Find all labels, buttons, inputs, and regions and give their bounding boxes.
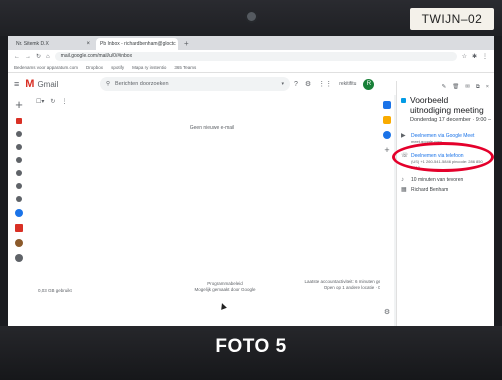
gmail-logo[interactable]: M Gmail [25, 78, 58, 90]
gmail-m-icon: M [25, 78, 35, 90]
bookmarks-bar: Bedenams voor apparatum.com Dropbox spot… [8, 63, 494, 73]
contact-avatar-icon[interactable] [15, 209, 23, 217]
contact-avatar-icon[interactable] [15, 224, 23, 232]
reminder-row: ♪ 10 minuten van tevoren [397, 177, 494, 183]
meet-icon[interactable] [16, 196, 22, 202]
bookmark-item[interactable]: Bedenams voor apparatum.com [14, 65, 78, 70]
laptop-bezel-right [494, 36, 502, 336]
browser-toolbar: ← → ↻ ⌂ mail.google.com/mail/u/0/#inbox … [8, 50, 494, 63]
address-bar[interactable]: mail.google.com/mail/u/0/#inbox [54, 52, 457, 61]
forward-icon[interactable]: → [25, 54, 31, 60]
storage-usage: 0,03 GB gebruikt [38, 288, 72, 293]
event-header: Voorbeeld uitnodiging meeting [397, 93, 494, 115]
help-icon[interactable]: ? [294, 81, 298, 88]
search-placeholder: Berichten doorzoeken [115, 81, 169, 87]
drafts-icon[interactable] [16, 170, 22, 176]
close-icon[interactable]: × [486, 84, 489, 90]
bell-icon: ♪ [401, 177, 404, 183]
avatar[interactable]: R [363, 78, 375, 90]
highlight-annotation [392, 142, 494, 172]
gear-icon[interactable]: ⚙ [305, 80, 311, 88]
email-icon[interactable]: ✉ [465, 84, 470, 90]
bookmark-item[interactable]: Dropbox [86, 65, 103, 70]
tab-label: Nr. Sitemk D.X [16, 41, 49, 47]
extension-icon[interactable]: ✱ [472, 53, 477, 60]
search-icon[interactable]: ⚲ [106, 81, 110, 87]
bookmark-item[interactable]: spotify [111, 65, 124, 70]
more-options-icon[interactable]: ⋮ [61, 98, 67, 105]
powered-by-text: Mogelijk gemaakt door Google [194, 287, 256, 292]
organizer-name: Richard Benham [411, 187, 449, 193]
inbox-toolbar: ☐▾ ↻ ⋮ Nl [30, 95, 394, 107]
close-icon[interactable]: × [86, 41, 90, 47]
new-tab-button[interactable]: + [180, 38, 193, 50]
reminder-text: 10 minuten van tevoren [411, 177, 464, 183]
star-icon[interactable]: ☆ [462, 53, 467, 60]
gmail-logo-text: Gmail [37, 79, 59, 89]
delete-icon[interactable]: 🗑 [452, 84, 459, 90]
calendar-icon: ▦ [401, 187, 407, 193]
event-title: Voorbeeld uitnodiging meeting [410, 95, 484, 115]
empty-inbox-message: Geen nieuwe e-mail [189, 125, 235, 131]
more-icon[interactable] [16, 183, 22, 189]
organizer-row: ▦ Richard Benham [397, 187, 494, 193]
event-date: Donderdag 17 december · 9:00 – [410, 117, 492, 123]
main-menu-icon[interactable]: ≡ [14, 79, 19, 89]
photo-caption: FOTO 5 [215, 336, 287, 357]
bookmark-item[interactable]: 365 Teams [174, 65, 196, 70]
edit-icon[interactable]: ✎ [442, 84, 447, 90]
workspace-label: rekitifitu [339, 81, 357, 87]
browser-tab[interactable]: Nr. Sitemk D.X × [12, 38, 94, 50]
header-actions: ? ⚙ ⋮⋮ rekitifitu R [294, 78, 375, 90]
tab-label: Pb Inbox - richardbenham@gloctc [100, 41, 176, 47]
contact-avatar-icon[interactable] [15, 239, 23, 247]
webcam [247, 12, 256, 21]
mouse-cursor-icon [219, 302, 227, 310]
activity-details-link[interactable]: Open op 1 andere locatie · Details [276, 285, 392, 291]
video-camera-icon: ▶ [401, 133, 406, 139]
search-input[interactable]: ⚲ Berichten doorzoeken ▾ [100, 77, 290, 91]
bookmark-item[interactable]: Mapa ry instentio [132, 65, 166, 70]
inbox-panel: ☐▾ ↻ ⋮ Nl Geen nieuwe e-mail 0,03 GB geb… [30, 95, 394, 326]
reload-icon[interactable]: ↻ [36, 53, 41, 60]
laptop-screen: Nr. Sitemk D.X × Pb Inbox - richardbenha… [8, 36, 494, 326]
add-addon-icon[interactable]: + [384, 146, 389, 155]
calendar-event-panel: ✎ 🗑 ✉ ⧉ × Voorbeeld uitnodiging meeting … [396, 81, 494, 326]
policy-footer: Programmabeleid Mogelijk gemaakt door Go… [180, 281, 270, 293]
compose-button[interactable]: + [15, 98, 23, 111]
sent-icon[interactable] [16, 157, 22, 163]
apps-grid-icon[interactable]: ⋮⋮ [318, 80, 332, 88]
home-icon[interactable]: ⌂ [46, 54, 50, 60]
left-navigation: + [8, 95, 30, 326]
event-color-icon [401, 98, 406, 103]
back-icon[interactable]: ← [14, 54, 20, 60]
menu-icon[interactable]: ⋮ [482, 53, 488, 60]
event-actions: ✎ 🗑 ✉ ⧉ × [397, 81, 494, 93]
browser-tabbar: Nr. Sitemk D.X × Pb Inbox - richardbenha… [8, 36, 494, 50]
asset-sticker: TWIJN–02 [410, 8, 494, 30]
laptop-bezel-left [0, 36, 8, 336]
account-activity: Laatste accountactiviteit: 6 minuten gel… [276, 279, 392, 291]
open-external-icon[interactable]: ⧉ [476, 84, 480, 91]
inbox-icon[interactable] [16, 118, 22, 124]
snoozed-icon[interactable] [16, 144, 22, 150]
calendar-icon[interactable] [383, 101, 391, 109]
keep-icon[interactable] [383, 116, 391, 124]
settings-icon[interactable]: ⚙ [384, 308, 390, 316]
tasks-icon[interactable] [383, 131, 391, 139]
browser-tab-active[interactable]: Pb Inbox - richardbenham@gloctc × [96, 38, 178, 50]
refresh-icon[interactable]: ↻ [50, 98, 55, 105]
side-apps-rail: + ⚙ [380, 95, 394, 326]
select-checkbox[interactable]: ☐▾ [36, 98, 44, 105]
hangouts-icon[interactable] [15, 254, 23, 262]
search-options-icon[interactable]: ▾ [281, 81, 284, 87]
starred-icon[interactable] [16, 131, 22, 137]
